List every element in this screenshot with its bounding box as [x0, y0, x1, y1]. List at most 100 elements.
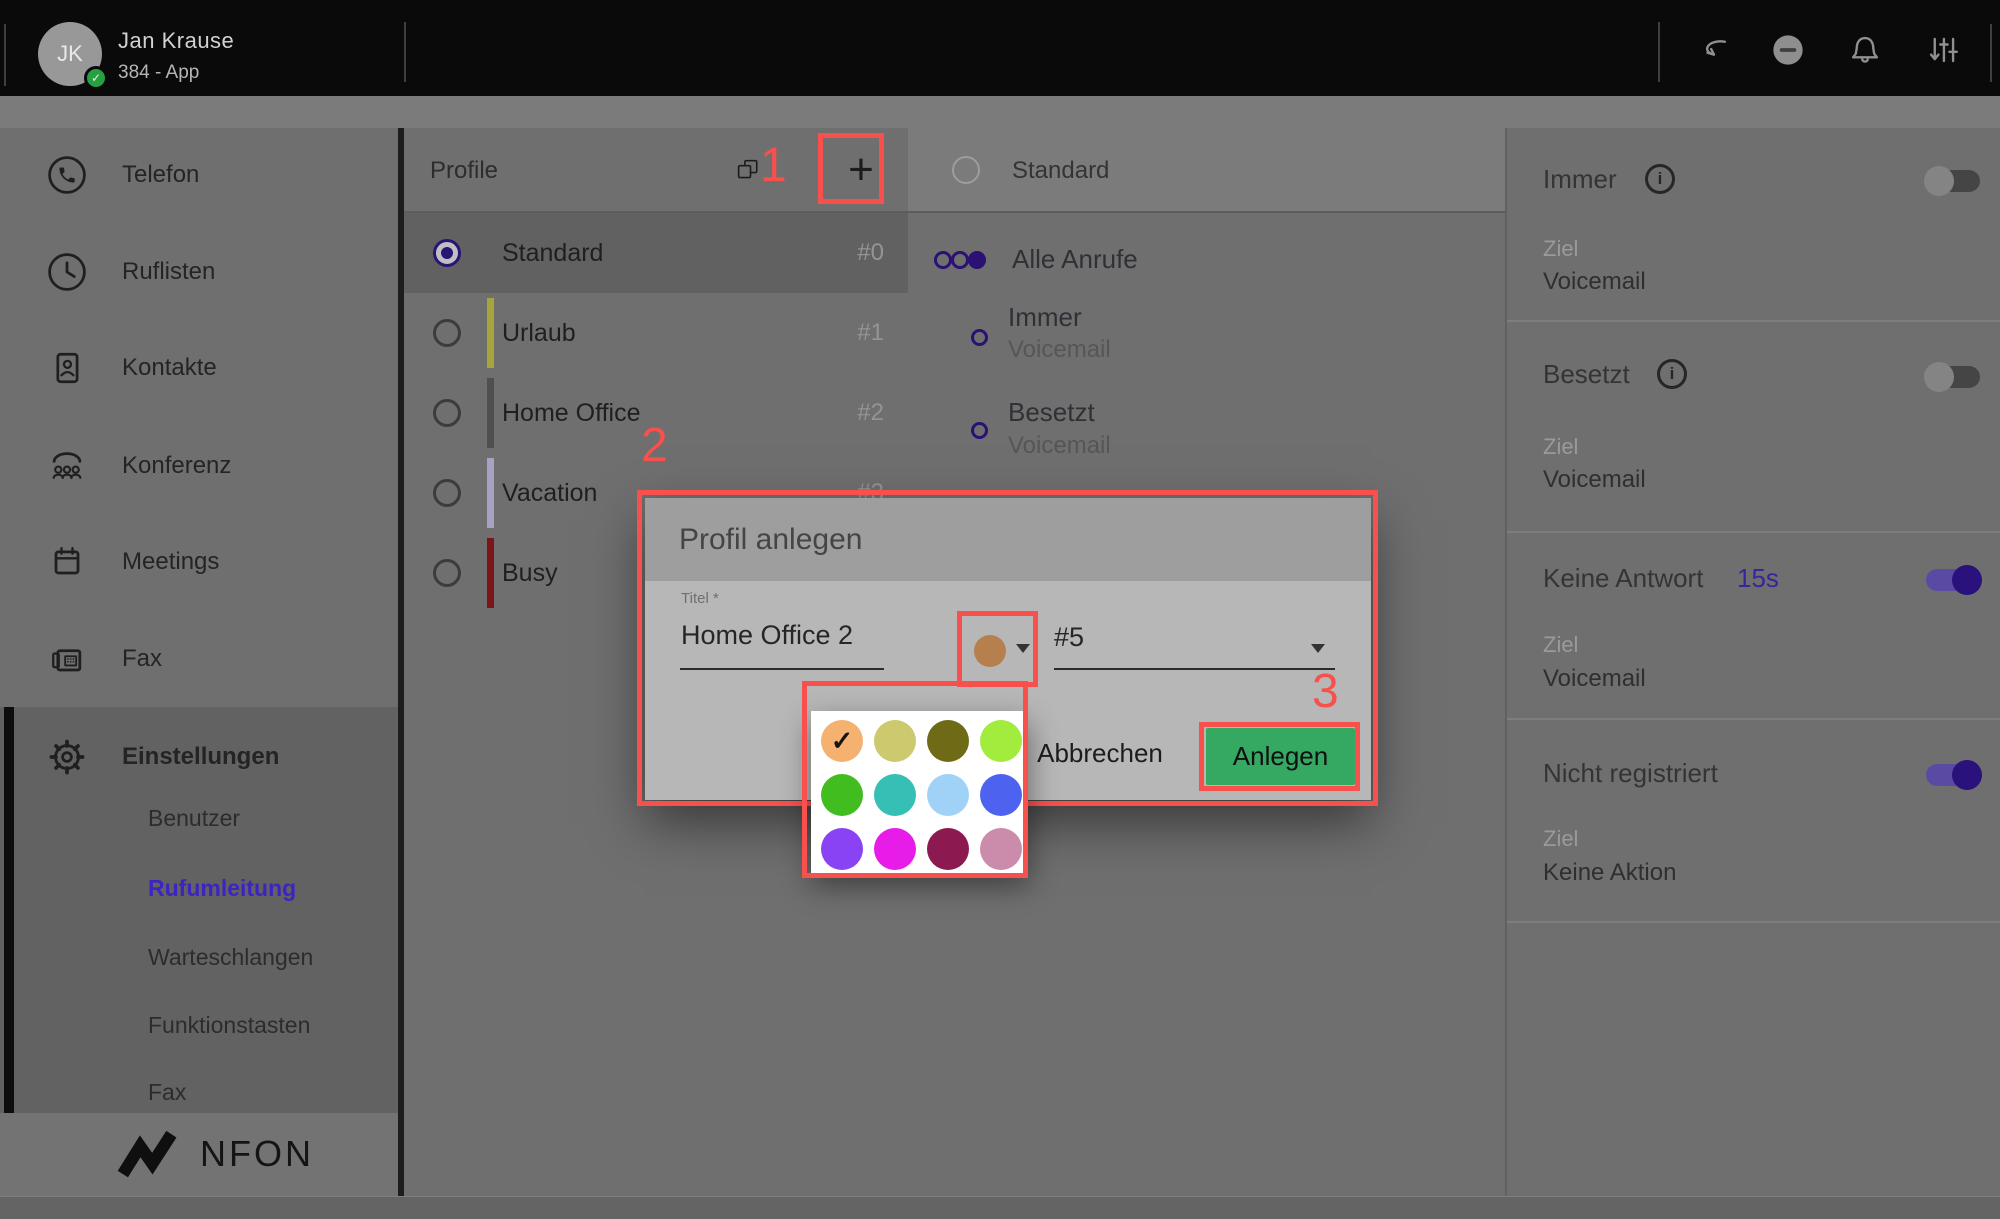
sidebar-subitem-fax[interactable]: Fax	[0, 1072, 398, 1112]
titel-input-underline	[680, 668, 884, 670]
toggle-nicht-registriert[interactable]	[1926, 764, 1980, 786]
rule-besetzt-target: Voicemail	[1008, 432, 1111, 460]
contact-card-icon	[45, 346, 89, 390]
ziel-value: Voicemail	[1543, 665, 1646, 693]
palette-swatch[interactable]	[927, 774, 969, 816]
info-icon[interactable]: i	[1657, 359, 1687, 389]
rule-all-calls[interactable]: Alle Anrufe	[1012, 244, 1138, 275]
palette-swatch[interactable]	[821, 774, 863, 816]
subitem-label: Funktionstasten	[148, 1005, 310, 1045]
profile-row-standard[interactable]: Standard #0	[404, 213, 908, 293]
detail-header: Standard	[908, 128, 1505, 213]
profiles-header: Profile +	[404, 128, 908, 213]
nfon-logo-icon	[105, 1129, 191, 1181]
profile-label: Home Office	[502, 373, 640, 453]
call-forward-icon[interactable]	[1687, 24, 1739, 76]
dialog-header: Profil anlegen	[645, 498, 1371, 581]
radio-icon[interactable]	[433, 559, 461, 587]
section-title: Besetzt	[1543, 359, 1630, 390]
add-profile-button[interactable]: +	[828, 137, 894, 203]
radio-icon[interactable]	[433, 319, 461, 347]
profile-color-swatch[interactable]	[974, 635, 1006, 667]
user-extension: 384 - App	[118, 62, 199, 84]
palette-swatch[interactable]	[980, 828, 1022, 870]
palette-swatch[interactable]	[821, 828, 863, 870]
sidebar-item-label: Konferenz	[122, 442, 231, 490]
sidebar-item-kontakte[interactable]: Kontakte	[0, 344, 398, 392]
sidebar-item-fax[interactable]: Fax	[0, 635, 398, 683]
rule-immer-target: Voicemail	[1008, 336, 1111, 364]
toggle-immer[interactable]	[1926, 170, 1980, 192]
number-select-underline	[1054, 668, 1335, 670]
fax-icon	[45, 637, 89, 681]
sidebar-item-label: Telefon	[122, 151, 199, 199]
palette-swatch[interactable]	[980, 720, 1022, 762]
profile-color-bar	[487, 458, 494, 528]
profile-color-bar	[487, 378, 494, 448]
radio-selected-icon[interactable]	[433, 239, 461, 267]
ziel-value: Voicemail	[1543, 466, 1646, 494]
sidebar-subitem-warteschlangen[interactable]: Warteschlangen	[0, 937, 398, 977]
subitem-label-active: Rufumleitung	[148, 868, 296, 908]
subitem-label: Fax	[148, 1072, 186, 1112]
sidebar-item-einstellungen[interactable]: Einstellungen	[0, 733, 398, 781]
rule-immer[interactable]: Immer	[1008, 302, 1082, 333]
rule-besetzt[interactable]: Besetzt	[1008, 397, 1095, 428]
toggle-keine-antwort[interactable]	[1926, 569, 1980, 591]
radio-icon[interactable]	[433, 479, 461, 507]
ziel-label: Ziel	[1543, 826, 1578, 852]
sidebar-item-label: Einstellungen	[122, 733, 279, 781]
sidebar-item-label: Ruflisten	[122, 248, 215, 296]
profile-row-home-office[interactable]: Home Office #2	[404, 373, 908, 453]
chevron-down-icon[interactable]	[1311, 644, 1325, 653]
gear-icon	[45, 735, 89, 779]
create-button[interactable]: Anlegen	[1206, 728, 1355, 785]
palette-swatch[interactable]	[874, 828, 916, 870]
sidebar-subitem-benutzer[interactable]: Benutzer	[0, 798, 398, 838]
profile-row-urlaub[interactable]: Urlaub #1	[404, 293, 908, 373]
section-title: Keine Antwort	[1543, 563, 1703, 594]
timeout-badge[interactable]: 15s	[1737, 563, 1779, 594]
profile-number-select[interactable]: #5	[1054, 622, 1084, 653]
subitem-label: Benutzer	[148, 798, 240, 838]
do-not-disturb-icon[interactable]	[1762, 24, 1814, 76]
topbar-divider	[404, 22, 406, 82]
profile-label: Standard	[502, 213, 603, 293]
palette-swatch[interactable]	[874, 774, 916, 816]
sidebar-item-label: Meetings	[122, 538, 219, 586]
radio-icon[interactable]	[952, 156, 980, 184]
rule-dot-icon	[971, 422, 988, 439]
radio-icon[interactable]	[433, 399, 461, 427]
sidebar-subitem-rufumleitung[interactable]: Rufumleitung	[0, 868, 398, 908]
profile-number: #0	[857, 213, 884, 293]
titel-input[interactable]: Home Office 2	[681, 620, 853, 651]
palette-swatch[interactable]	[927, 828, 969, 870]
sidebar-item-ruflisten[interactable]: Ruflisten	[0, 248, 398, 296]
sidebar-item-meetings[interactable]: Meetings	[0, 538, 398, 586]
settings-sliders-icon[interactable]	[1917, 24, 1969, 76]
cancel-button[interactable]: Abbrechen	[1030, 738, 1170, 769]
toggle-knob	[1952, 760, 1982, 790]
info-icon[interactable]: i	[1645, 164, 1675, 194]
color-palette-popup: ✓	[811, 711, 1028, 873]
bottom-strip	[0, 1196, 2000, 1219]
topbar: JK ✓ Jan Krause 384 - App	[0, 0, 2000, 96]
chevron-down-icon[interactable]	[1016, 644, 1030, 653]
ziel-label: Ziel	[1543, 632, 1578, 658]
copy-profile-icon[interactable]	[733, 155, 763, 185]
sidebar-item-konferenz[interactable]: Konferenz	[0, 442, 398, 490]
palette-swatch[interactable]	[927, 720, 969, 762]
user-name: Jan Krause	[118, 28, 234, 54]
notifications-bell-icon[interactable]	[1839, 24, 1891, 76]
palette-swatch-selected[interactable]: ✓	[821, 720, 863, 762]
palette-swatch[interactable]	[874, 720, 916, 762]
sidebar-item-telefon[interactable]: Telefon	[0, 151, 398, 199]
topbar-right-divider	[1990, 24, 1992, 82]
palette-swatch[interactable]	[980, 774, 1022, 816]
toggle-besetzt[interactable]	[1926, 366, 1980, 388]
titel-field-label: Titel *	[681, 590, 719, 607]
toggle-knob	[1924, 166, 1954, 196]
sidebar-subitem-funktionstasten[interactable]: Funktionstasten	[0, 1005, 398, 1045]
profile-number: #1	[857, 293, 884, 373]
profile-color-bar	[487, 538, 494, 608]
